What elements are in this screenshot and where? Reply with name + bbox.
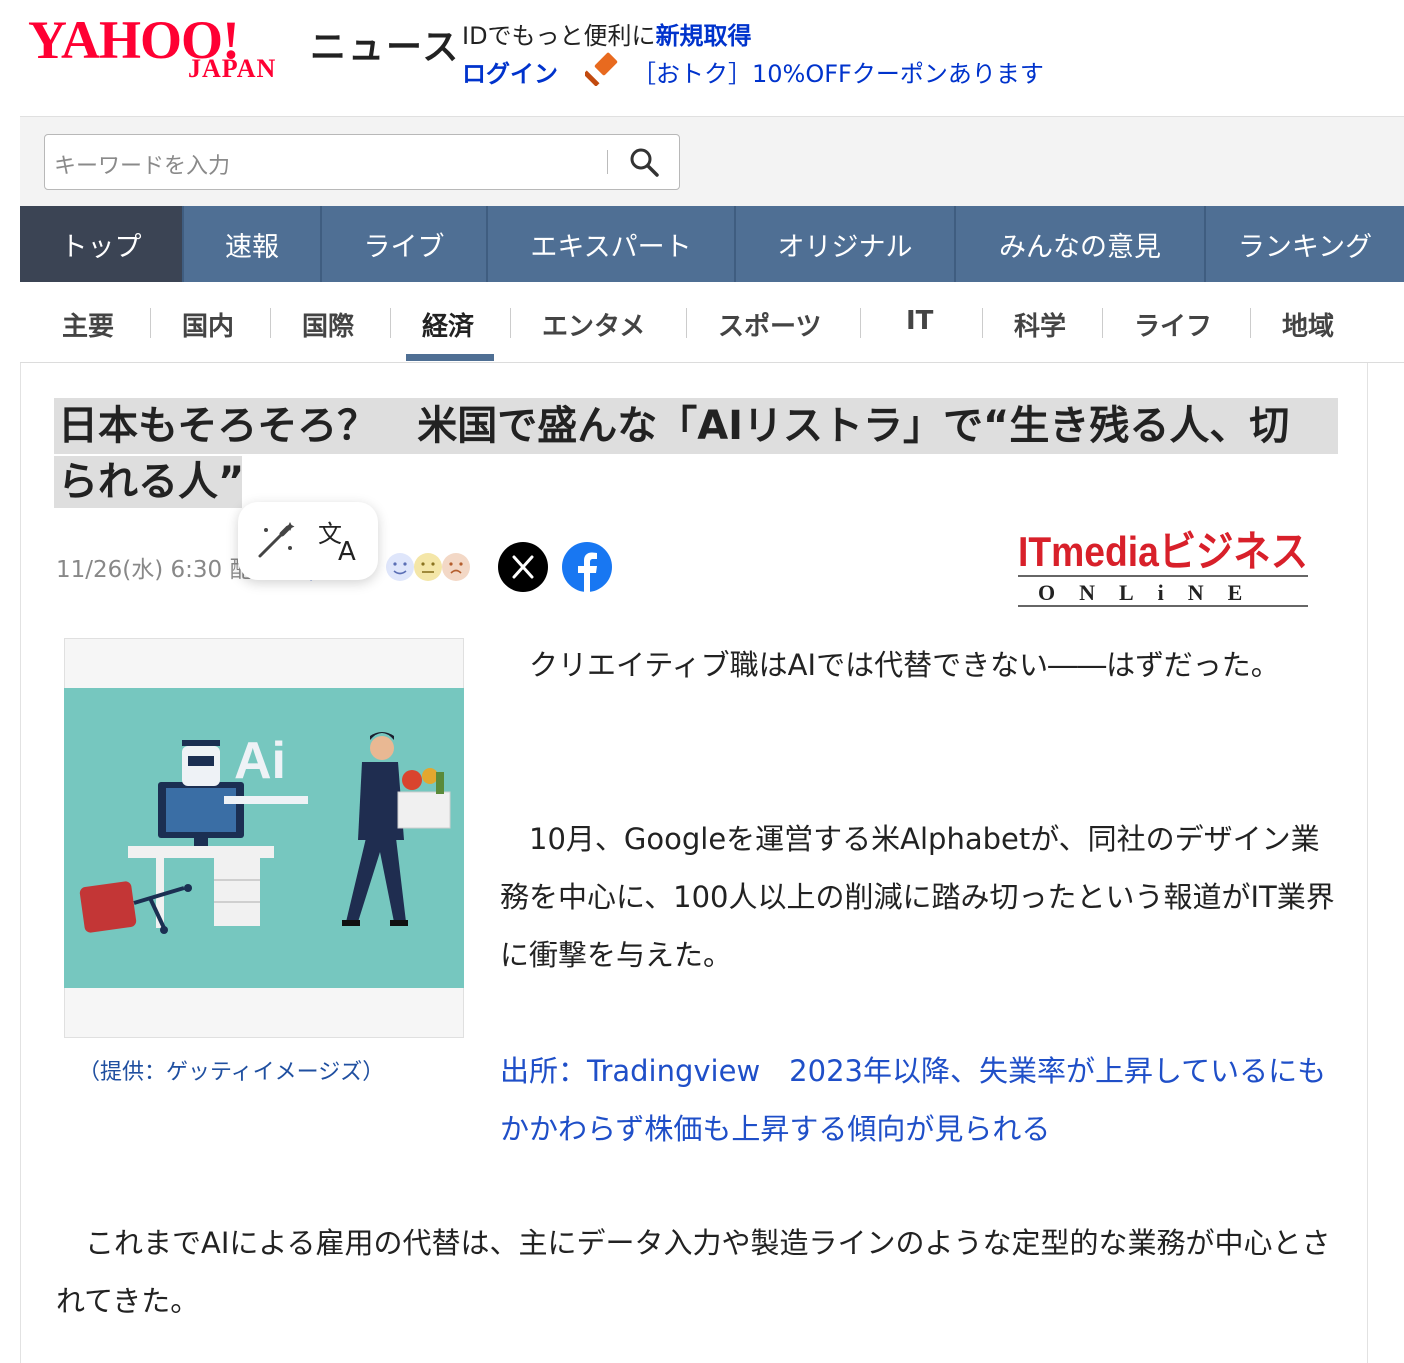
article-image[interactable]: Ai	[64, 688, 464, 988]
cat-separator	[1102, 308, 1103, 338]
nav-ranking[interactable]: ランキング	[1206, 206, 1404, 282]
cat-region[interactable]: 地域	[1282, 306, 1334, 343]
magic-wand-icon[interactable]	[254, 518, 298, 562]
nav-opinion[interactable]: みんなの意見	[956, 206, 1206, 282]
cat-separator	[860, 308, 861, 338]
register-link[interactable]: 新規取得	[656, 22, 752, 50]
chart-source-link[interactable]: 出所：Tradingview 2023年以降、失業率が上昇しているにもかかわらず…	[500, 1042, 1340, 1158]
yahoo-japan-logo[interactable]: YAHOO! JAPAN	[28, 10, 303, 88]
main-nav: トップ 速報 ライブ エキスパート オリジナル みんなの意見 ランキング	[20, 206, 1404, 282]
article-paragraph: これまでAIによる雇用の代替は、主にデータ入力や製造ラインのような定型的な業務が…	[56, 1226, 1331, 1318]
cat-separator	[982, 308, 983, 338]
article-title-line1: 日本もそろそろ？ 米国で盛んな「AIリストラ」で“生き残る人、切	[58, 403, 1290, 449]
translate-icon[interactable]: 文 A	[316, 516, 366, 564]
cat-separator	[390, 308, 391, 338]
svg-text:ITmediaビジネス: ITmediaビジネス	[1018, 528, 1308, 575]
reaction-icons[interactable]	[384, 550, 474, 584]
cat-entertainment[interactable]: エンタメ	[542, 306, 645, 343]
nav-top[interactable]: トップ	[20, 206, 184, 282]
nav-expert[interactable]: エキスパート	[488, 206, 736, 282]
cat-separator	[1250, 308, 1251, 338]
x-share-icon[interactable]	[498, 542, 548, 592]
cat-international[interactable]: 国際	[302, 306, 354, 343]
cat-science[interactable]: 科学	[1014, 306, 1066, 343]
news-section-title[interactable]: ニュース	[310, 18, 460, 70]
facebook-share-icon[interactable]	[562, 542, 612, 592]
id-promo: IDでもっと便利に新規取得	[462, 16, 752, 51]
cat-life[interactable]: ライフ	[1134, 306, 1212, 343]
svg-text:A: A	[338, 537, 356, 564]
coupon-link[interactable]: ［おトク］10%OFFクーポンあります	[632, 54, 1044, 89]
cat-separator	[510, 308, 511, 338]
image-caption: （提供：ゲッティイメージズ）	[78, 1060, 385, 1085]
article-title-line2: られる人”	[58, 459, 245, 505]
cat-domestic[interactable]: 国内	[182, 306, 234, 343]
cat-separator	[150, 308, 151, 338]
search-icon[interactable]	[628, 146, 660, 178]
nav-original[interactable]: オリジナル	[736, 206, 956, 282]
logo-japan-text: JAPAN	[188, 54, 277, 83]
search-placeholder: キーワードを入力	[54, 154, 231, 179]
promo-text: IDでもっと便利に	[462, 22, 656, 50]
selection-toolbar: 文 A	[238, 502, 378, 580]
publisher-online: ONLiNE	[1038, 580, 1266, 605]
cat-sports[interactable]: スポーツ	[718, 306, 821, 343]
cat-it[interactable]: IT	[906, 306, 933, 336]
article-paragraph: クリエイティブ職はAIでは代替できない――はずだった。	[500, 648, 1280, 682]
nav-live[interactable]: ライブ	[322, 206, 488, 282]
article-paragraph: 10月、Googleを運営する米Alphabetが、同社のデザイン業務を中心に、…	[500, 822, 1335, 972]
gavel-icon	[585, 52, 618, 86]
login-link[interactable]: ログイン	[462, 54, 558, 89]
cat-main[interactable]: 主要	[62, 306, 114, 343]
cat-separator	[686, 308, 687, 338]
publisher-logo[interactable]: ITmediaビジネス ONLiNE	[1016, 522, 1310, 612]
active-category-indicator	[406, 354, 494, 361]
article-title: 日本もそろそろ？ 米国で盛んな「AIリストラ」で“生き残る人、切 られる人”	[58, 398, 1348, 510]
search-divider	[607, 150, 608, 174]
category-tabs: 主要 国内 国際 経済 エンタメ スポーツ IT 科学 ライフ 地域	[20, 284, 1404, 363]
image-ai-text: Ai	[234, 732, 286, 790]
cat-separator	[270, 308, 271, 338]
nav-breaking[interactable]: 速報	[184, 206, 322, 282]
cat-economy[interactable]: 経済	[422, 306, 474, 343]
